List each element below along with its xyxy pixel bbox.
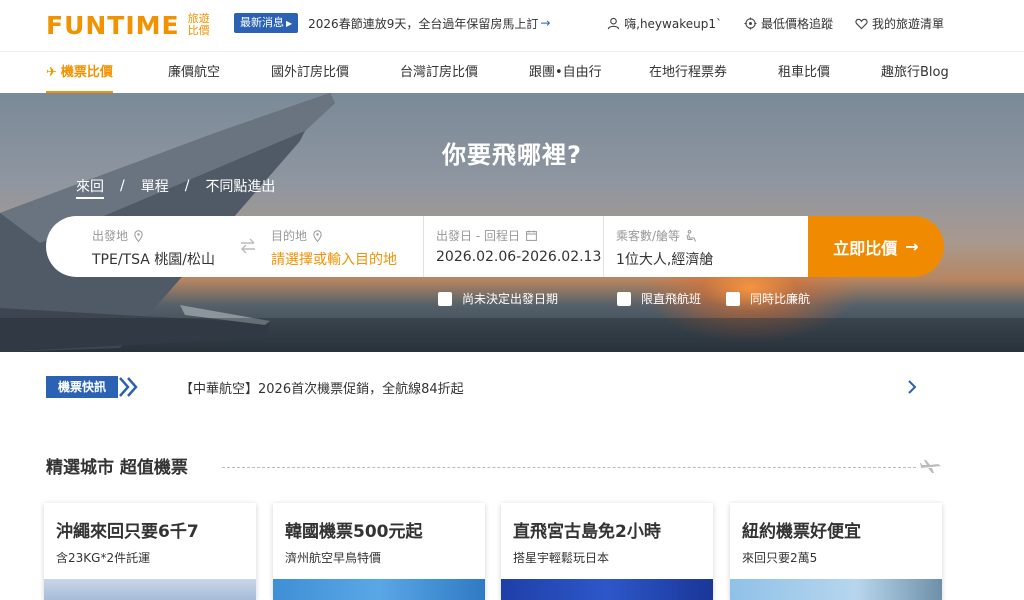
deal-card[interactable]: 韓國機票500元起 濟州航空早鳥特價 (273, 503, 485, 600)
date-field[interactable]: 出發日 - 回程日 2026.02.06-2026.02.13 (436, 216, 601, 277)
user-icon (607, 17, 620, 30)
checkbox-label: 尚未決定出發日期 (462, 292, 559, 306)
deal-image (501, 579, 713, 600)
tab-separator: / (120, 178, 125, 194)
target-icon (744, 17, 757, 30)
arrow-right-icon: → (905, 237, 919, 256)
user-links: 嗨,heywakeup1` 最低價格追蹤 我的旅遊清單 (607, 15, 944, 32)
date-value: 2026.02.06-2026.02.13 (436, 249, 602, 265)
plane-icon (920, 460, 941, 473)
destination-field[interactable]: 目的地 請選擇或輸入目的地 (271, 216, 421, 277)
chevron-right-icon[interactable] (905, 377, 919, 397)
tab-one-way[interactable]: 單程 (141, 176, 169, 196)
nav-item-budget-airlines[interactable]: 廉價航空 (168, 52, 220, 94)
origin-value: TPE/TSA 桃園/松山 (92, 252, 215, 268)
deal-card[interactable]: 沖繩來回只要6千7 含23KG*2件託運 (44, 503, 256, 600)
main-nav: ✈ 機票比價 廉價航空 國外訂房比價 台灣訂房比價 跟團•自由行 在地行程票券 租… (0, 51, 1024, 94)
deal-card[interactable]: 紐約機票好便宜 來回只要2萬5 (730, 503, 942, 600)
undecided-date-checkbox[interactable]: 尚未決定出發日期 (438, 290, 558, 307)
deal-title: 紐約機票好便宜 (742, 522, 861, 542)
seat-icon (686, 229, 697, 242)
field-divider (423, 216, 424, 277)
latest-news[interactable]: 最新消息 ▶ 2026春節連放9天，全台過年保留房馬上訂 → (234, 13, 550, 33)
logo-subtitle: 旅遊比價 (187, 12, 210, 37)
plane-icon: ✈ (46, 65, 57, 80)
origin-field[interactable]: 出發地 TPE/TSA 桃園/松山 (92, 216, 232, 277)
section-title: 精選城市 超值機票 (46, 458, 188, 478)
deal-title: 韓國機票500元起 (285, 522, 423, 542)
deal-subtitle: 含23KG*2件託運 (56, 551, 151, 565)
wishlist-label: 我的旅遊清單 (871, 17, 944, 31)
ticker-badge: 機票快訊 (46, 376, 140, 398)
checkbox-box (617, 291, 631, 306)
site-logo[interactable]: FUNTIME 旅遊比價 (46, 10, 212, 40)
passenger-value: 1位大人,經濟艙 (616, 252, 714, 268)
field-divider (603, 216, 604, 277)
ticker-badge-label: 機票快訊 (46, 376, 119, 398)
hero-banner: 你要飛哪裡? 來回 / 單程 / 不同點進出 出發地 TPE/TSA 桃園/松山… (0, 93, 1024, 352)
news-text[interactable]: 2026春節連放9天，全台過年保留房馬上訂 (308, 15, 538, 32)
deal-card[interactable]: 直飛宮古島免2小時 搭星宇輕鬆玩日本 (501, 503, 713, 600)
calendar-icon (526, 230, 537, 241)
user-account-link[interactable]: 嗨,heywakeup1` (607, 15, 722, 32)
swap-icon[interactable] (238, 236, 258, 256)
checkbox-label: 限直飛航班 (641, 292, 702, 306)
checkbox-box (438, 291, 452, 306)
destination-value: 請選擇或輸入目的地 (271, 252, 397, 268)
tab-multi-city[interactable]: 不同點進出 (205, 176, 275, 196)
search-options: 尚未決定出發日期 限直飛航班 同時比廉航 (0, 290, 1024, 308)
checkbox-box (726, 291, 740, 306)
compare-price-button[interactable]: 立即比價 → (808, 216, 944, 277)
nav-item-overseas-hotels[interactable]: 國外訂房比價 (271, 52, 349, 94)
nav-item-taiwan-hotels[interactable]: 台灣訂房比價 (400, 52, 478, 94)
deal-subtitle: 濟州航空早鳥特價 (285, 551, 382, 565)
logo-wordmark: FUNTIME (46, 10, 180, 40)
flight-search-form: 出發地 TPE/TSA 桃園/松山 目的地 請選擇或輸入目的地 出發日 - 回程… (46, 216, 808, 277)
tab-separator: / (184, 178, 190, 194)
hero-title: 你要飛哪裡? (442, 141, 582, 169)
heart-icon (855, 18, 868, 30)
deal-image (44, 579, 256, 600)
user-greeting: 嗨,heywakeup1` (624, 17, 722, 31)
passenger-label: 乘客數/艙等 (616, 229, 681, 243)
wishlist-link[interactable]: 我的旅遊清單 (855, 15, 944, 32)
date-label: 出發日 - 回程日 (436, 229, 520, 243)
nav-item-tours[interactable]: 跟團•自由行 (529, 52, 602, 94)
nav-item-flights[interactable]: ✈ 機票比價 (46, 52, 113, 94)
ticker-text[interactable]: 【中華航空】2026首次機票促銷，全航線84折起 (180, 378, 464, 397)
top-bar: FUNTIME 旅遊比價 最新消息 ▶ 2026春節連放9天，全台過年保留房馬上訂… (0, 0, 1024, 50)
news-badge: 最新消息 ▶ (234, 13, 299, 33)
deal-subtitle: 來回只要2萬5 (742, 551, 818, 565)
deal-image (730, 579, 942, 600)
passenger-field[interactable]: 乘客數/艙等 1位大人,經濟艙 (616, 216, 796, 277)
price-tracking-label: 最低價格追蹤 (760, 17, 833, 31)
nav-item-blog[interactable]: 趣旅行Blog (881, 52, 949, 94)
compare-price-label: 立即比價 (833, 238, 898, 258)
location-pin-icon (134, 229, 143, 242)
trip-type-tabs: 來回 / 單程 / 不同點進出 (76, 176, 275, 199)
direct-flight-checkbox[interactable]: 限直飛航班 (617, 290, 701, 307)
nav-item-car-rental[interactable]: 租車比價 (778, 52, 830, 94)
price-tracking-link[interactable]: 最低價格追蹤 (744, 15, 833, 32)
deal-image (273, 579, 485, 600)
deal-subtitle: 搭星宇輕鬆玩日本 (513, 551, 610, 565)
deal-title: 沖繩來回只要6千7 (56, 522, 199, 542)
double-chevron-icon (119, 377, 138, 397)
nav-item-local-tickets[interactable]: 在地行程票券 (649, 52, 727, 94)
checkbox-label: 同時比廉航 (750, 292, 811, 306)
origin-label: 出發地 (92, 229, 129, 243)
location-pin-icon (313, 229, 322, 242)
deal-title: 直飛宮古島免2小時 (513, 522, 661, 542)
featured-deals: 沖繩來回只要6千7 含23KG*2件託運 韓國機票500元起 濟州航空早鳥特價 … (44, 503, 944, 600)
flight-news-ticker: 機票快訊 【中華航空】2026首次機票促銷，全航線84折起 (46, 376, 924, 398)
section-divider (222, 467, 916, 468)
arrow-right-icon: → (540, 16, 551, 30)
include-budget-checkbox[interactable]: 同時比廉航 (726, 290, 810, 307)
tab-round-trip[interactable]: 來回 (76, 176, 104, 199)
destination-label: 目的地 (271, 229, 308, 243)
